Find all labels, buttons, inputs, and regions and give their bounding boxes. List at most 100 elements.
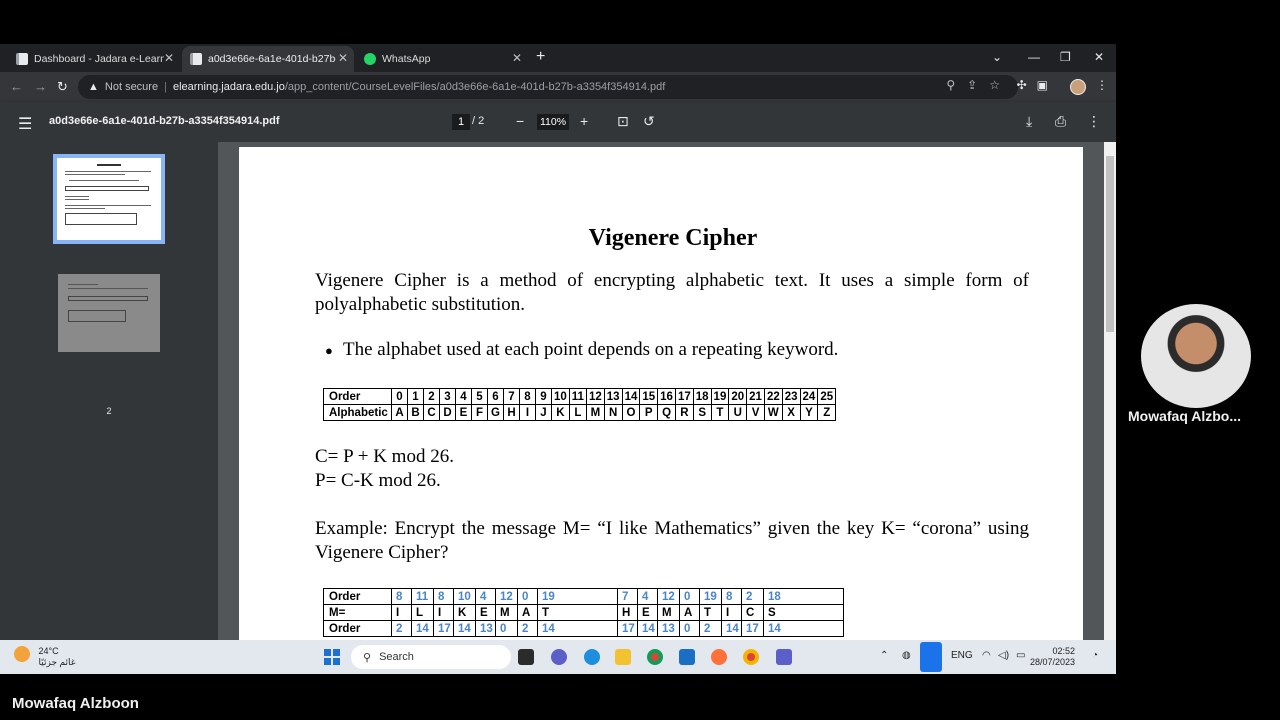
rotate-icon[interactable]: ↺ <box>643 113 655 130</box>
date: 28/07/2023 <box>1030 657 1076 667</box>
table-row: Alphabetic ABCDEFGHIJKLMNOPQRSTUVWXYZ <box>323 404 837 421</box>
clock[interactable]: 02:52 28/07/2023 <box>1030 646 1075 668</box>
back-button[interactable]: ← <box>10 79 23 94</box>
table-cell: X <box>781 404 801 421</box>
file-explorer-icon[interactable] <box>615 649 631 665</box>
fit-page-icon[interactable]: ⊡ <box>617 113 629 130</box>
table-cell: F <box>471 404 488 421</box>
table-cell: I <box>519 404 536 421</box>
print-icon[interactable]: ⎙ <box>1055 113 1066 130</box>
page-thumbnail-2[interactable] <box>58 274 160 352</box>
weather-widget[interactable]: 24°C غائم جزئيًا <box>14 646 75 668</box>
zoom-input[interactable]: 110% <box>537 114 569 130</box>
vertical-scrollbar[interactable] <box>1104 142 1116 674</box>
url-path: /app_content/CourseLevelFiles/a0d3e66e-6… <box>284 81 666 93</box>
whatsapp-icon <box>364 53 376 65</box>
table-row: Order 0 1 2 3 4 5 6 7 8 9 10 11 12 13 14 15 16 17 18 19 20 21… <box>323 388 837 405</box>
tab-search-icon[interactable]: ⌄ <box>992 50 1002 64</box>
battery-icon[interactable]: ▭ <box>1016 650 1025 661</box>
separator: | <box>164 81 167 93</box>
page-number-input[interactable]: 1 <box>452 114 470 130</box>
forward-button[interactable]: → <box>34 79 47 94</box>
more-options-icon[interactable]: ⋮ <box>1087 113 1101 130</box>
table-cell: 17 <box>433 620 454 637</box>
extensions-icon[interactable]: ✣▣ <box>1017 78 1058 92</box>
tray-app-icon[interactable]: ◍ <box>902 650 911 661</box>
minimize-button[interactable]: — <box>1028 50 1040 64</box>
table-cell: S <box>763 604 844 621</box>
maximize-button[interactable]: ❐ <box>1060 50 1071 64</box>
table-cell: M <box>495 604 518 621</box>
table-cell: L <box>411 604 434 621</box>
table-cell: R <box>674 404 694 421</box>
table-cell: 15 <box>639 388 659 405</box>
table-cell: O <box>621 404 641 421</box>
tab-pdf[interactable]: a0d3e66e-6a1e-401d-b27b-a3354f354914.pdf… <box>182 46 354 72</box>
page-thumbnail-1[interactable] <box>53 154 165 244</box>
table-cell: 2 <box>699 620 722 637</box>
table-cell: 13 <box>475 620 496 637</box>
chevron-up-icon[interactable]: ⌃ <box>880 650 888 661</box>
table-cell: K <box>551 404 570 421</box>
intro-paragraph: Vigenere Cipher is a method of encryptin… <box>315 270 1029 315</box>
weather-description: غائم جزئيًا <box>38 657 76 667</box>
tab-whatsapp[interactable]: WhatsApp ✕ <box>356 46 528 72</box>
time: 02:52 <box>1052 646 1076 656</box>
notification-icon[interactable]: ◔ <box>1092 650 1098 661</box>
edge-icon[interactable] <box>584 649 600 665</box>
close-icon[interactable]: ✕ <box>512 51 522 65</box>
teams-icon[interactable] <box>776 649 792 665</box>
task-view-icon[interactable] <box>518 649 534 665</box>
close-icon[interactable]: ✕ <box>164 51 174 65</box>
chat-icon[interactable] <box>551 649 567 665</box>
table-cell: 0 <box>679 588 700 605</box>
chrome-active-icon[interactable] <box>743 649 759 665</box>
table-cell: J <box>535 404 552 421</box>
tab-dashboard[interactable]: Dashboard - Jadara e-Learning ✕ <box>8 46 180 72</box>
row-label: Order <box>323 588 392 605</box>
download-icon[interactable]: ⤓ <box>1026 113 1032 130</box>
table-cell: 8 <box>433 588 454 605</box>
firefox-icon[interactable] <box>711 649 727 665</box>
table-cell: N <box>603 404 623 421</box>
microphone-icon[interactable] <box>920 642 942 672</box>
omnibox-action-icons[interactable]: ⚲⇪☆ <box>946 78 1012 92</box>
volume-icon[interactable]: ◁) <box>998 650 1009 661</box>
table-cell: 0 <box>495 620 518 637</box>
close-window-button[interactable]: ✕ <box>1094 50 1104 64</box>
page-total: / 2 <box>472 115 485 127</box>
table-cell: G <box>487 404 504 421</box>
table-cell: E <box>475 604 496 621</box>
wifi-icon[interactable]: ◠ <box>982 650 991 661</box>
chrome-icon[interactable] <box>647 649 663 665</box>
table-cell: 8 <box>519 388 536 405</box>
menu-icon[interactable]: ☰ <box>18 114 32 134</box>
table-cell: 19 <box>710 388 730 405</box>
table-cell: 14 <box>763 620 844 637</box>
store-icon[interactable] <box>679 649 695 665</box>
reload-button[interactable]: ↻ <box>57 79 68 95</box>
new-tab-button[interactable]: + <box>536 48 545 66</box>
table-cell: A <box>517 604 538 621</box>
address-bar[interactable]: ▲ Not secure | elearning.jadara.edu.jo /… <box>78 75 1018 99</box>
tab-label: WhatsApp <box>382 53 431 65</box>
document-viewport[interactable]: Vigenere Cipher Vigenere Cipher is a met… <box>218 142 1116 674</box>
table-cell: Z <box>817 404 837 421</box>
close-icon[interactable]: ✕ <box>338 51 348 65</box>
pdf-filename: a0d3e66e-6a1e-401d-b27b-a3354f354914.pdf <box>49 115 280 127</box>
taskbar-search[interactable]: ⚲ Search <box>351 645 511 669</box>
browser-toolbar: ← → ↻ ▲ Not secure | elearning.jadara.ed… <box>0 72 1116 102</box>
start-button[interactable] <box>324 649 340 665</box>
search-icon: ⚲ <box>363 651 372 664</box>
kebab-menu-icon[interactable]: ⋮ <box>1096 78 1108 92</box>
table-cell: 22 <box>763 388 783 405</box>
zoom-in-button[interactable]: + <box>580 113 588 129</box>
zoom-out-button[interactable]: − <box>516 113 524 129</box>
table-cell: L <box>568 404 587 421</box>
language-indicator[interactable]: ENG <box>951 650 973 661</box>
table-cell: I <box>391 604 412 621</box>
avatar[interactable] <box>1070 79 1086 95</box>
table-cell: U <box>728 404 748 421</box>
table-cell: 18 <box>692 388 712 405</box>
scrollbar-thumb[interactable] <box>1106 156 1114 332</box>
